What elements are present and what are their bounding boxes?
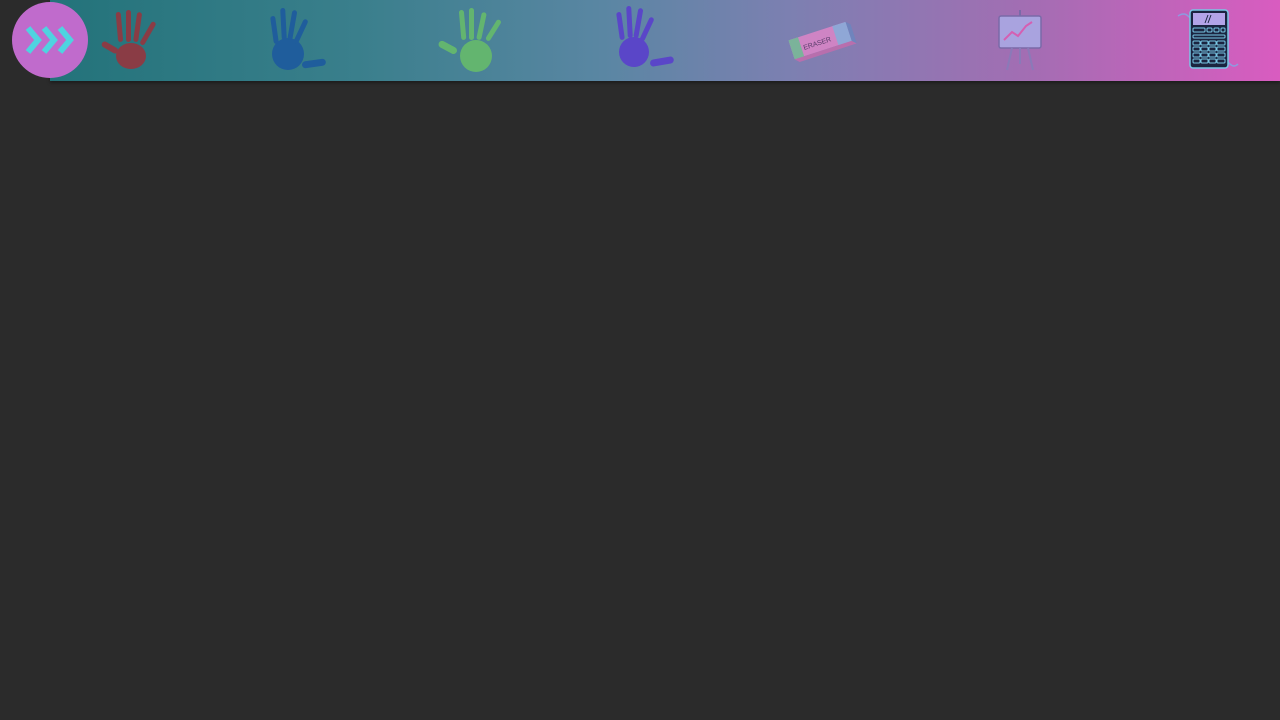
triple-chevron-right-icon (25, 26, 74, 54)
hand-icon (101, 10, 156, 69)
blue-handprint-tool[interactable] (262, 4, 332, 76)
purple-handprint-tool[interactable] (610, 4, 680, 76)
hand-icon (616, 5, 674, 67)
green-handprint-tool[interactable] (436, 4, 506, 76)
hand-icon (438, 8, 501, 72)
calculator-icon (1177, 9, 1239, 69)
eraser-icon: ERASER (788, 21, 857, 62)
red-handprint-tool[interactable] (95, 4, 165, 76)
eraser-tool[interactable]: ERASER (784, 4, 860, 76)
easel-chart-icon (998, 10, 1042, 71)
calculator-tool[interactable] (1174, 4, 1244, 76)
chart-easel-tool[interactable] (986, 4, 1056, 76)
canvas-area[interactable] (0, 81, 1280, 720)
expand-toolbar-button[interactable] (12, 2, 88, 78)
hand-icon (270, 7, 326, 70)
